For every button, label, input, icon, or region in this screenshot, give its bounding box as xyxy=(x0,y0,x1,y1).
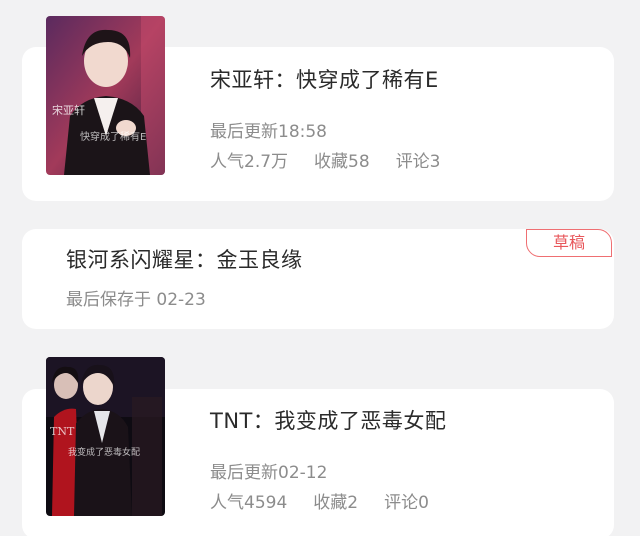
work-stats: 人气2.7万 收藏58 评论3 xyxy=(210,147,441,172)
comments-count: 评论3 xyxy=(395,152,441,172)
work-title[interactable]: TNT：我变成了恶毒女配 xyxy=(210,405,446,435)
popularity-count: 人气2.7万 xyxy=(210,152,289,172)
favorites-count: 收藏58 xyxy=(314,152,370,172)
favorites-count: 收藏2 xyxy=(313,493,359,513)
svg-text:宋亚轩: 宋亚轩 xyxy=(52,103,85,117)
last-updated-label: 最后更新18:58 xyxy=(210,122,327,142)
svg-text:TNT: TNT xyxy=(50,425,75,438)
work-cover-image[interactable]: TNT 我变成了恶毒女配 xyxy=(46,357,165,516)
work-title[interactable]: 宋亚轩：快穿成了稀有E xyxy=(210,64,439,94)
work-cover-image[interactable]: 宋亚轩 快穿成了稀有E xyxy=(46,16,165,175)
work-stats: 人气4594 收藏2 评论0 xyxy=(210,488,429,513)
draft-badge: 草稿 xyxy=(526,229,612,257)
last-updated-label: 最后更新02-12 xyxy=(210,463,328,483)
work-title[interactable]: 银河系闪耀星：金玉良缘 xyxy=(66,244,303,274)
svg-text:我变成了恶毒女配: 我变成了恶毒女配 xyxy=(68,446,140,458)
last-saved-label: 最后保存于 02-23 xyxy=(66,290,206,310)
works-list-page: 宋亚轩 快穿成了稀有E 宋亚轩：快穿成了稀有E 最后更新18:58 人气2.7万… xyxy=(0,0,640,536)
svg-text:快穿成了稀有E: 快穿成了稀有E xyxy=(80,130,146,143)
comments-count: 评论0 xyxy=(384,493,429,513)
popularity-count: 人气4594 xyxy=(210,493,288,513)
